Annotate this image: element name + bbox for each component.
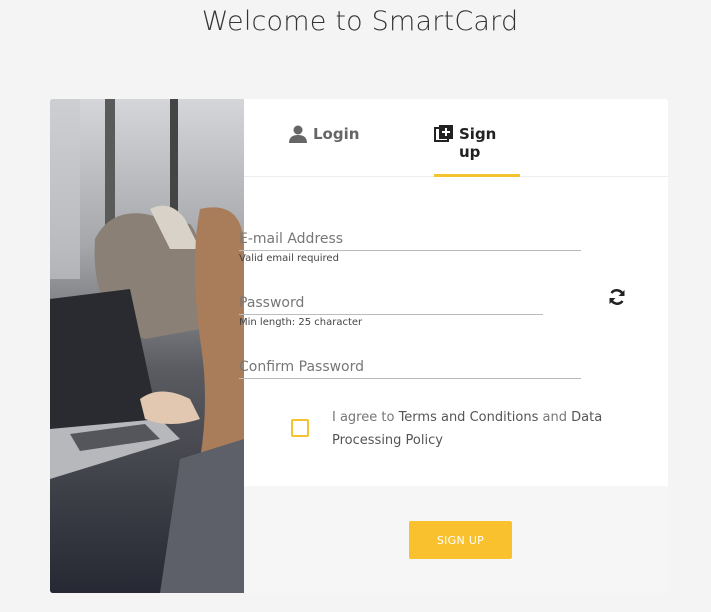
agree-middle: and [538,410,572,425]
agree-prefix: I agree to [332,410,399,425]
add-box-icon [434,125,454,143]
terms-checkbox[interactable] [291,419,309,437]
tab-signup-label: Sign up [459,125,497,161]
generate-password-button[interactable] [607,287,627,307]
refresh-icon [609,289,625,305]
user-icon [288,125,308,143]
page-title: Welcome to SmartCard [201,6,519,37]
signup-card: Login Sign up [50,99,668,593]
terms-agreement-text: I agree to Terms and Conditions and Data… [332,406,622,452]
password-hint: Min length: 25 character [239,317,363,328]
tab-login-label: Login [313,125,360,143]
email-hint: Valid email required [239,253,339,264]
active-tab-indicator [434,174,520,177]
confirm-password-input[interactable] [239,355,581,379]
auth-tabs: Login Sign up [244,99,668,177]
hero-image [50,99,244,593]
confirm-password-field-group [239,355,581,379]
signup-button[interactable]: SIGN UP [409,521,512,559]
email-field-group: Valid email required [239,227,581,264]
terms-link[interactable]: Terms and Conditions [399,410,539,425]
tab-signup[interactable]: Sign up [434,125,520,177]
email-input[interactable] [239,227,581,251]
tab-login[interactable]: Login [288,125,359,176]
hero-illustration [50,99,244,593]
password-field-group: Min length: 25 character [239,291,543,328]
password-input[interactable] [239,291,543,315]
